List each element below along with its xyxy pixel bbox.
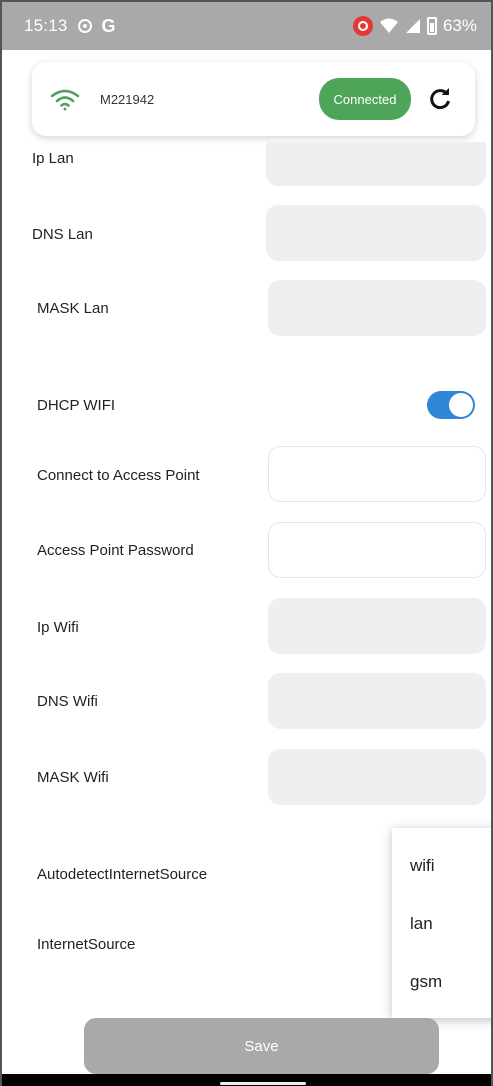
google-icon: G bbox=[101, 15, 116, 36]
dropdown-option-gsm[interactable]: gsm bbox=[410, 972, 442, 992]
status-bar: 15:13 G 63% bbox=[2, 2, 491, 50]
record-icon bbox=[352, 16, 373, 36]
internet-source-dropdown-menu: wifi lan gsm bbox=[392, 828, 491, 1018]
dhcp-wifi-label: DHCP WIFI bbox=[37, 397, 116, 414]
autodetect-internet-source-label: AutodetectInternetSource bbox=[37, 866, 208, 883]
ip-wifi-input[interactable] bbox=[268, 598, 486, 654]
ip-wifi-label: Ip Wifi bbox=[37, 619, 79, 636]
status-right: 63% bbox=[352, 16, 477, 36]
ip-lan-label: Ip Lan bbox=[32, 150, 74, 167]
ip-lan-input[interactable] bbox=[266, 142, 486, 186]
save-button[interactable]: Save bbox=[84, 1018, 439, 1074]
mask-wifi-input[interactable] bbox=[268, 749, 486, 805]
access-point-input[interactable] bbox=[268, 446, 486, 502]
dns-wifi-label: DNS Wifi bbox=[37, 693, 98, 710]
connection-status-badge: Connected bbox=[319, 78, 411, 120]
status-time: 15:13 bbox=[24, 16, 68, 35]
mask-lan-label: MASK Lan bbox=[37, 300, 109, 317]
device-name: M221942 bbox=[100, 91, 155, 107]
device-header-card: M221942 Connected bbox=[32, 62, 475, 136]
dropdown-option-wifi[interactable]: wifi bbox=[410, 856, 435, 876]
wifi-icon bbox=[50, 89, 80, 111]
access-point-password-label: Access Point Password bbox=[37, 542, 194, 559]
dhcp-wifi-toggle[interactable] bbox=[427, 391, 475, 419]
dns-lan-input[interactable] bbox=[266, 205, 486, 261]
dns-lan-label: DNS Lan bbox=[32, 226, 93, 243]
app-screen: 15:13 G 63% M221942 Connected Ip Lan DNS… bbox=[0, 0, 493, 1086]
battery-icon bbox=[426, 17, 437, 35]
dropdown-option-lan[interactable]: lan bbox=[410, 914, 433, 934]
mask-lan-input[interactable] bbox=[268, 280, 486, 336]
access-point-password-input[interactable] bbox=[268, 522, 486, 578]
toggle-knob bbox=[449, 393, 473, 417]
battery-percent: 63% bbox=[442, 16, 477, 35]
internet-source-label: InternetSource bbox=[37, 936, 136, 953]
home-handle[interactable] bbox=[220, 1082, 306, 1085]
refresh-icon[interactable] bbox=[427, 86, 453, 112]
cell-signal-icon bbox=[405, 19, 420, 33]
mask-wifi-label: MASK Wifi bbox=[37, 769, 109, 786]
signal-icon bbox=[379, 18, 398, 33]
dns-wifi-input[interactable] bbox=[268, 673, 486, 729]
notification-icon bbox=[77, 19, 92, 33]
access-point-label: Connect to Access Point bbox=[37, 467, 200, 484]
